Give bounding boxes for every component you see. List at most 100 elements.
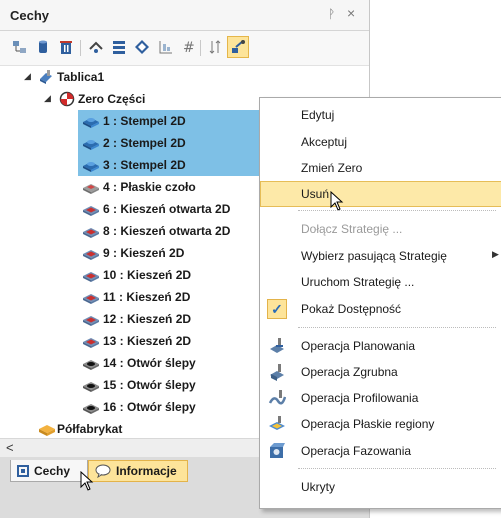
submenu-arrow-icon: ▶ xyxy=(492,249,499,259)
strategy-icon[interactable] xyxy=(86,37,106,57)
collapse-arrow-icon[interactable]: ◢ xyxy=(44,93,51,104)
red-pocket-icon xyxy=(82,223,99,239)
red-pocket-icon xyxy=(82,311,99,327)
menu-item-operacja-planowania[interactable]: Operacja Planowania xyxy=(260,333,501,359)
menu-item-label: Pokaż Dostępność xyxy=(301,302,402,316)
tab-informacje[interactable]: Informacje xyxy=(88,460,188,482)
menu-item-label: Dołącz Strategię ... xyxy=(301,222,403,236)
flat-face-icon xyxy=(82,179,99,195)
red-pocket-icon xyxy=(82,333,99,349)
menu-item-zmien-zero[interactable]: Zmień Zero xyxy=(260,155,501,181)
red-pocket-icon xyxy=(82,289,99,305)
close-icon[interactable]: × xyxy=(347,5,355,21)
menu-item-usun[interactable]: Usuń xyxy=(260,181,501,211)
tree-feature-label: 13 : Kieszeń 2D xyxy=(103,334,192,348)
menu-item-label: Operacja Profilowania xyxy=(301,391,419,405)
menu-item-pokaz-dostepnosc[interactable]: ✓ Pokaż Dostępność xyxy=(260,296,501,322)
svg-text:#: # xyxy=(183,40,195,55)
tree-feature-label: 6 : Kieszeń otwarta 2D xyxy=(103,202,231,216)
tree-feature-label: 2 : Stempel 2D xyxy=(103,136,186,150)
menu-item-operacja-fazowania[interactable]: Operacja Fazowania xyxy=(260,438,501,464)
menu-item-label: Operacja Planowania xyxy=(301,339,416,353)
tree-root-label: Tablica1 xyxy=(57,70,105,84)
mouse-cursor-icon xyxy=(80,471,94,491)
collapse-arrow-icon[interactable]: ◢ xyxy=(24,71,31,82)
tab-label: Informacje xyxy=(116,464,177,478)
hash-icon[interactable]: # xyxy=(178,37,198,57)
menu-item-edytuj[interactable]: Edytuj xyxy=(260,102,501,128)
menu-item-label: Operacja Płaskie regiony xyxy=(301,417,435,431)
tree-feature-label: 4 : Płaskie czoło xyxy=(103,180,196,194)
menu-item-label: Ukryty xyxy=(301,480,335,494)
menu-item-akceptuj[interactable]: Akceptuj xyxy=(260,129,501,155)
stock-part-icon xyxy=(38,69,54,85)
scroll-left-arrow[interactable]: < xyxy=(6,440,14,455)
checkmark-icon: ✓ xyxy=(267,299,287,319)
tree-feature-label: 1 : Stempel 2D xyxy=(103,114,186,128)
menu-item-operacja-plaskie-regiony[interactable]: Operacja Płaskie regiony xyxy=(260,411,501,437)
menu-separator xyxy=(298,210,496,211)
panel-title: Cechy xyxy=(10,8,50,23)
menu-item-label: Wybierz pasującą Strategię xyxy=(301,249,447,263)
tree-feature-label: 11 : Kieszeń 2D xyxy=(103,290,191,304)
tab-cechy[interactable]: Cechy xyxy=(10,460,88,482)
menu-item-label: Operacja Fazowania xyxy=(301,444,412,458)
tree-zero-label: Zero Części xyxy=(78,92,146,106)
context-menu: Edytuj Akceptuj Zmień Zero Usuń Dołącz S… xyxy=(259,97,501,509)
tree-root[interactable]: ◢ Tablica1 xyxy=(0,66,369,88)
blue-boss-icon xyxy=(82,135,99,151)
menu-item-wybierz-strategie[interactable]: Wybierz pasującą Strategię ▶ xyxy=(260,243,501,269)
facing-op-icon xyxy=(268,337,286,355)
menu-item-operacja-profilowania[interactable]: Operacja Profilowania xyxy=(260,385,501,411)
panel-toolbar: # xyxy=(0,31,369,66)
tree-blank-label: Półfabrykat xyxy=(57,422,123,436)
tab-label: Cechy xyxy=(34,463,71,478)
mouse-cursor-icon xyxy=(330,191,344,211)
info-bubble-icon xyxy=(95,464,111,478)
blue-boss-icon xyxy=(82,157,99,173)
menu-item-dolacz-strategie: Dołącz Strategię ... xyxy=(260,216,501,242)
menu-item-uruchom-strategie[interactable]: Uruchom Strategię ... xyxy=(260,269,501,295)
tree-feature-label: 9 : Kieszeń 2D xyxy=(103,246,185,260)
roughing-op-icon xyxy=(268,363,286,381)
blank-stock-icon xyxy=(38,421,55,437)
grid-icon[interactable] xyxy=(156,37,176,57)
menu-item-label: Zmień Zero xyxy=(301,161,363,175)
red-pocket-icon xyxy=(82,245,99,261)
panel-titlebar: Cechy ᚹ × xyxy=(0,0,369,31)
blind-hole-icon xyxy=(82,355,99,371)
blind-hole-icon xyxy=(82,399,99,415)
features-tab-icon xyxy=(17,464,29,477)
origin-icon xyxy=(59,91,75,107)
menu-item-label: Usuń xyxy=(301,187,330,201)
feature-tree-icon[interactable] xyxy=(10,37,30,57)
blind-hole-icon xyxy=(82,377,99,393)
profiling-op-icon xyxy=(268,389,287,407)
sort-icon[interactable] xyxy=(205,37,225,57)
settings-active-icon[interactable] xyxy=(227,36,249,58)
menu-separator xyxy=(298,327,496,328)
red-pocket-icon xyxy=(82,201,99,217)
menu-separator xyxy=(298,468,496,469)
menu-item-operacja-zgrubna[interactable]: Operacja Zgrubna xyxy=(260,359,501,385)
blue-boss-icon xyxy=(82,113,99,129)
diamond-icon[interactable] xyxy=(132,37,152,57)
menu-item-label: Uruchom Strategię ... xyxy=(301,275,415,289)
tree-feature-label: 16 : Otwór ślepy xyxy=(103,400,196,414)
menu-item-ukryty[interactable]: Ukryty xyxy=(260,474,501,500)
menu-item-label: Edytuj xyxy=(301,108,335,122)
flat-regions-op-icon xyxy=(268,415,286,433)
menu-item-label: Akceptuj xyxy=(301,135,348,149)
chamfer-op-icon xyxy=(268,442,286,460)
tree-feature-label: 14 : Otwór ślepy xyxy=(103,356,196,370)
tree-feature-label: 12 : Kieszeń 2D xyxy=(103,312,192,326)
toolbar-divider xyxy=(80,40,81,56)
delete-icon[interactable] xyxy=(56,37,76,57)
tree-feature-label: 8 : Kieszeń otwarta 2D xyxy=(103,224,231,238)
menu-item-label: Operacja Zgrubna xyxy=(301,365,398,379)
pin-icon[interactable]: ᚹ xyxy=(328,7,335,21)
tree-feature-label: 10 : Kieszeń 2D xyxy=(103,268,192,282)
stack-icon[interactable] xyxy=(109,37,129,57)
cylinder-icon[interactable] xyxy=(33,37,53,57)
red-pocket-icon xyxy=(82,267,99,283)
